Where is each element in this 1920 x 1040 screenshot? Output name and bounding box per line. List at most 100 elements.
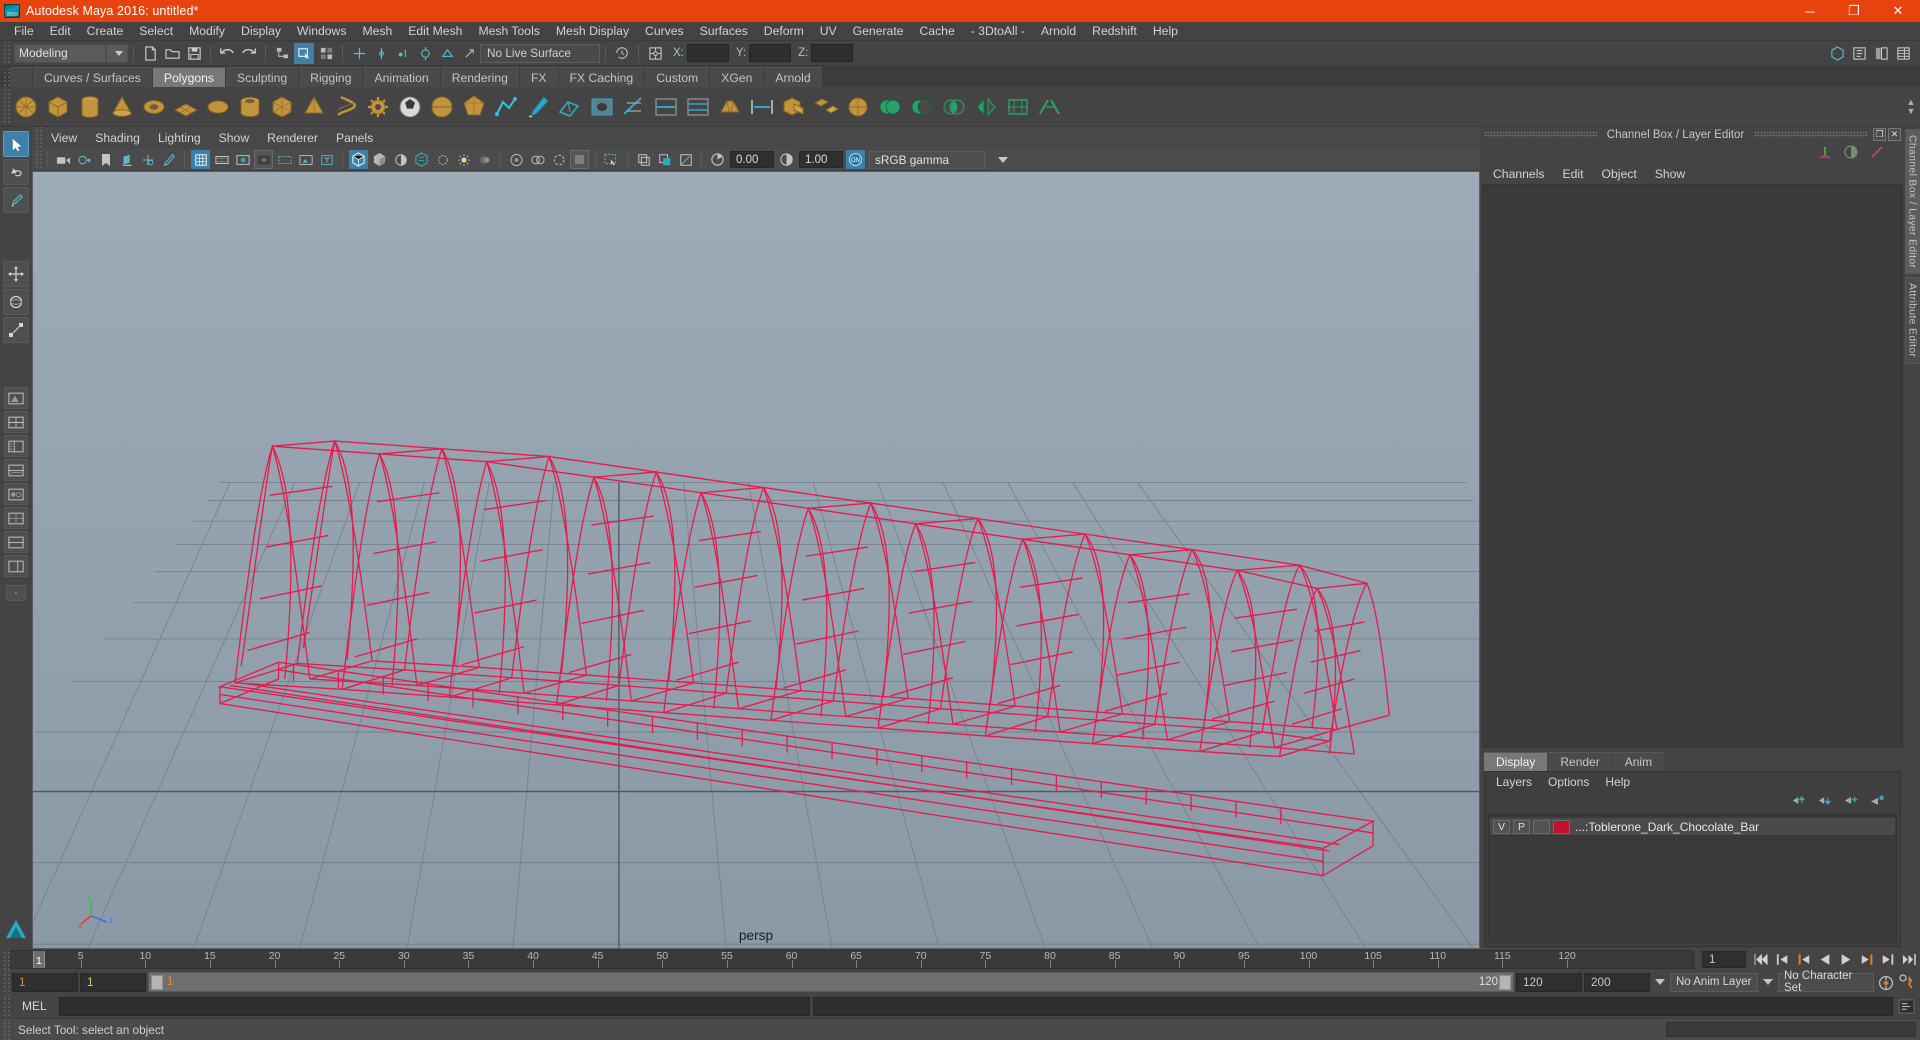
poly-cylinder-icon[interactable] [76, 93, 104, 121]
xray-joints-icon[interactable] [528, 150, 547, 169]
snapshot-icon[interactable] [676, 150, 695, 169]
poly-torus-icon[interactable] [140, 93, 168, 121]
layer-shading-toggle[interactable] [1533, 819, 1550, 834]
current-time-indicator[interactable]: 1 [33, 951, 45, 968]
text-overlay-icon[interactable] [317, 150, 336, 169]
layer-menu-layers[interactable]: Layers [1488, 772, 1540, 792]
shelf-tab-arnold[interactable]: Arnold [764, 67, 822, 87]
dock-float-button[interactable]: ❐ [1873, 128, 1887, 141]
xray-icon[interactable] [507, 150, 526, 169]
viewport-menu-grip[interactable] [34, 127, 42, 149]
minimize-button[interactable]: ─ [1788, 0, 1832, 22]
layer-row[interactable]: V P ...:Toblerone_Dark_Chocolate_Bar [1490, 818, 1895, 835]
show-hide-modeling-toolkit-icon[interactable] [1827, 43, 1847, 64]
viewport-toolbar-grip[interactable] [34, 150, 42, 169]
screen-space-ao-icon[interactable] [475, 150, 494, 169]
poly-prism-icon[interactable] [268, 93, 296, 121]
rotate-tool[interactable] [3, 289, 29, 315]
menu-mesh-tools[interactable]: Mesh Tools [470, 22, 547, 41]
shelf-tab-custom[interactable]: Custom [645, 67, 710, 87]
poly-platonic-icon[interactable] [460, 93, 488, 121]
isolate-select-icon[interactable] [570, 150, 589, 169]
two-pane-stacked-icon[interactable] [4, 531, 28, 553]
script-editor-icon[interactable] [1896, 996, 1916, 1016]
poly-soccerball-icon[interactable] [396, 93, 424, 121]
snap-to-point-icon[interactable] [393, 43, 413, 64]
range-end-handle[interactable] [1499, 974, 1511, 990]
menu-redshift[interactable]: Redshift [1084, 22, 1145, 41]
select-by-component-icon[interactable] [316, 43, 336, 64]
menu-deform[interactable]: Deform [756, 22, 812, 41]
menu-generate[interactable]: Generate [845, 22, 912, 41]
shadows-icon[interactable] [454, 150, 473, 169]
layer-list[interactable]: V P ...:Toblerone_Dark_Chocolate_Bar [1488, 814, 1897, 943]
maximize-button[interactable]: ❐ [1832, 0, 1876, 22]
step-back-frame-icon[interactable] [1794, 950, 1813, 969]
menu-windows[interactable]: Windows [289, 22, 354, 41]
step-back-keyframe-icon[interactable] [1773, 950, 1792, 969]
tear-off-copy-icon[interactable] [655, 150, 674, 169]
menu-modify[interactable]: Modify [181, 22, 233, 41]
shelf-tab-polygons[interactable]: Polygons [152, 67, 225, 87]
status-line-grip[interactable] [2, 42, 10, 64]
shelf-tab-sculpting[interactable]: Sculpting [226, 67, 299, 87]
move-layer-up-icon[interactable] [1792, 794, 1808, 810]
booleans-union-icon[interactable] [876, 93, 904, 121]
select-by-hierarchy-icon[interactable] [272, 43, 292, 64]
paint-select-tool[interactable] [3, 187, 29, 213]
smooth-icon[interactable] [844, 93, 872, 121]
vtab-channel-box-layer-editor[interactable]: Channel Box / Layer Editor [1904, 129, 1920, 275]
menu-set-selector[interactable]: Modeling [14, 43, 106, 63]
viewport-menu-view[interactable]: View [42, 127, 86, 149]
make-hole-icon[interactable] [588, 93, 616, 121]
go-to-start-icon[interactable] [1752, 950, 1771, 969]
z-input[interactable] [811, 44, 854, 62]
time-slider-grip[interactable] [2, 948, 10, 971]
menu-select[interactable]: Select [131, 22, 181, 41]
character-set-dropdown-icon[interactable] [1763, 979, 1773, 985]
tool-settings-icon[interactable] [1871, 43, 1891, 64]
multi-cut-icon[interactable] [620, 93, 648, 121]
offset-edge-loop-icon[interactable] [684, 93, 712, 121]
new-layer-from-selected-icon[interactable] [1870, 794, 1886, 810]
time-slider-track[interactable]: 1 5 10 15 20 25 30 35 40 45 50 55 60 65 70 75 80 85 90 95 1… [10, 950, 1694, 969]
layer-color-swatch[interactable] [1553, 819, 1570, 834]
poly-gear-icon[interactable] [364, 93, 392, 121]
go-to-end-icon[interactable] [1899, 950, 1918, 969]
shelf-grip[interactable] [2, 69, 10, 87]
new-layer-icon[interactable] [1844, 794, 1860, 810]
xray-active-components-icon[interactable] [549, 150, 568, 169]
undo-icon[interactable] [217, 43, 237, 64]
save-scene-icon[interactable] [184, 43, 204, 64]
poly-sphere-icon[interactable] [12, 93, 40, 121]
help-line-grip[interactable] [2, 1018, 10, 1040]
outliner-persp-icon[interactable] [4, 555, 28, 577]
film-origin-icon[interactable] [275, 150, 294, 169]
x-input[interactable] [686, 44, 729, 62]
create-poly-icon[interactable] [492, 93, 520, 121]
color-management-selector[interactable]: sRGB gamma [869, 150, 985, 169]
booleans-intersection-icon[interactable] [940, 93, 968, 121]
channel-box-content[interactable] [1482, 184, 1903, 748]
anim-layer-dropdown-icon[interactable] [1655, 979, 1665, 985]
viewport-menu-panels[interactable]: Panels [327, 127, 382, 149]
snap-to-curve-icon[interactable] [371, 43, 391, 64]
shelf-scroll-down-icon[interactable]: ▼ [1907, 107, 1916, 116]
dock-drag-handle-right[interactable] [1754, 131, 1868, 138]
gate-mask-icon[interactable] [254, 150, 273, 169]
history-toggle-icon[interactable] [612, 43, 632, 64]
dock-close-button[interactable]: ✕ [1888, 128, 1902, 141]
layer-menu-options[interactable]: Options [1540, 772, 1597, 792]
absolute-transform-icon[interactable] [645, 43, 665, 64]
layer-editor-tab-render[interactable]: Render [1548, 752, 1612, 771]
command-output[interactable] [813, 996, 1893, 1016]
booleans-difference-icon[interactable] [908, 93, 936, 121]
menu-display[interactable]: Display [233, 22, 289, 41]
gamma-icon[interactable] [777, 150, 796, 169]
persp-uv-icon[interactable] [4, 507, 28, 529]
menu-edit[interactable]: Edit [42, 22, 79, 41]
shelf-tab-fx[interactable]: FX [519, 67, 558, 87]
image-plane-icon[interactable] [117, 150, 136, 169]
camera-attributes-icon[interactable] [75, 150, 94, 169]
command-language-label[interactable]: MEL [13, 999, 56, 1013]
